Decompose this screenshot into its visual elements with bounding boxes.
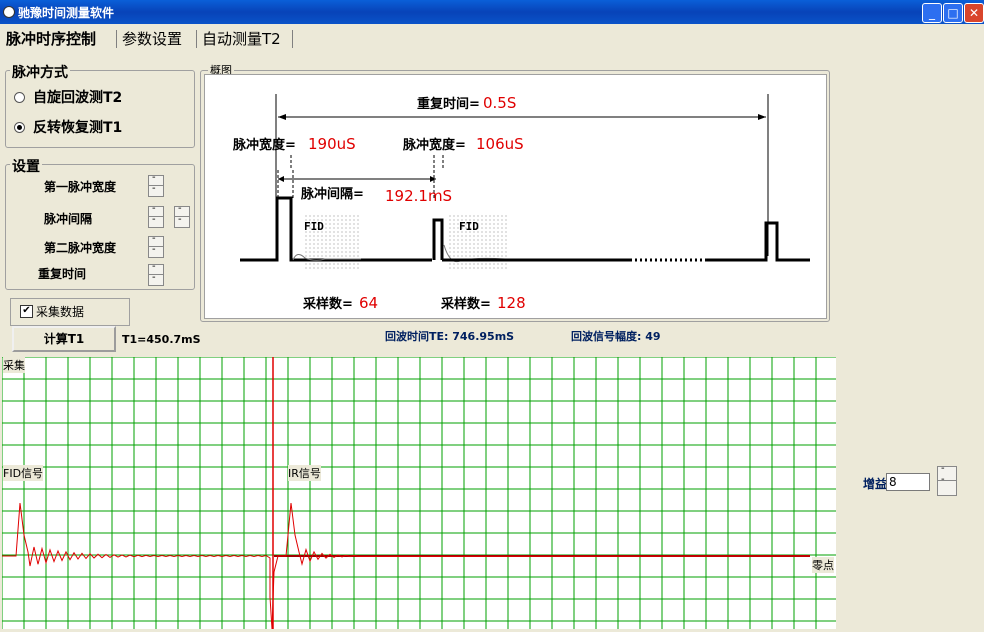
gain-spinner[interactable] <box>937 463 957 496</box>
samples1-value: 64 <box>359 294 378 312</box>
window-title: 驰豫时间测量软件 <box>18 6 115 20</box>
radio-inversion-recovery-t1[interactable]: 反转恢复测T1 <box>14 117 122 137</box>
repeat-time-spinner[interactable] <box>148 261 164 286</box>
ir-signal-label: IR信号 <box>288 465 321 481</box>
gain-label: 增益 <box>863 477 888 491</box>
fid1-label: FID <box>304 220 324 233</box>
tab-auto-measure[interactable]: 自动测量T2 <box>198 28 285 50</box>
scope-background <box>2 357 836 629</box>
pulse-diagram: 重复时间= 0.5S 脉冲宽度= 190uS 脉冲宽度= 106uS 脉冲间隔=… <box>204 74 827 319</box>
second-pulse-width-spinner[interactable] <box>148 233 164 258</box>
pulse2-waveform <box>432 218 444 260</box>
collect-data-label: 采集数据 <box>36 305 85 319</box>
pulse-interval-spinner[interactable] <box>148 203 164 228</box>
samples2-label: 采样数= <box>440 296 491 312</box>
second-pulse-width-label: 第二脉冲宽度 <box>44 241 117 255</box>
pulse-interval-label: 脉冲间隔 <box>44 212 93 226</box>
settings-title: 设置 <box>10 156 42 176</box>
pulse-interval-fine-spinner[interactable] <box>174 203 190 228</box>
radio-spin-echo-t2[interactable]: 自旋回波测T2 <box>14 87 122 107</box>
pulse1-width-value: 190uS <box>308 135 356 153</box>
arrowhead-right <box>758 114 766 120</box>
echo-time: 回波时间TE: 746.95mS <box>385 330 515 343</box>
zero-point-label: 零点 <box>812 557 834 573</box>
echo-amplitude: 回波信号幅度: 49 <box>571 330 661 343</box>
fid2-label: FID <box>459 220 479 233</box>
radio-label: 自旋回波测T2 <box>33 90 123 106</box>
radio-label: 反转恢复测T1 <box>33 120 123 136</box>
first-pulse-width-label: 第一脉冲宽度 <box>44 180 117 194</box>
interval-value: 192.1mS <box>385 187 452 205</box>
tab-pulse-timing[interactable]: 脉冲时序控制 <box>2 28 100 50</box>
tab-parameters[interactable]: 参数设置 <box>118 28 186 50</box>
samples1-label: 采样数= <box>302 296 353 312</box>
first-pulse-width-spinner[interactable] <box>148 172 164 197</box>
maximize-button[interactable]: □ <box>943 3 963 23</box>
tab-separator <box>292 30 293 48</box>
pulse3-waveform <box>705 221 810 262</box>
calculate-t1-button[interactable]: 计算T1 <box>12 326 116 352</box>
pulse-mode-title: 脉冲方式 <box>10 62 70 82</box>
samples2-value: 128 <box>497 294 526 312</box>
interval-label: 脉冲间隔= <box>300 186 364 202</box>
app-icon <box>3 6 15 18</box>
repeat-time-value: 0.5S <box>483 94 516 112</box>
signal-scope <box>1 356 836 630</box>
repeat-time-label: 重复时间= <box>417 96 480 112</box>
pulse2-width-label: 脉冲宽度= <box>402 137 466 153</box>
tab-bar: 脉冲时序控制 参数设置 自动测量T2 <box>0 24 984 56</box>
arrowhead-left <box>278 114 286 120</box>
radio-dot <box>14 91 25 103</box>
collect-data-checkbox[interactable]: ✔ <box>20 305 33 318</box>
gain-input[interactable] <box>886 473 930 491</box>
tab-separator <box>196 30 197 48</box>
scope-svg <box>1 356 836 630</box>
pulse-diagram-svg: 重复时间= 0.5S 脉冲宽度= 190uS 脉冲宽度= 106uS 脉冲间隔=… <box>232 94 810 312</box>
pulse1-width-label: 脉冲宽度= <box>232 137 296 153</box>
close-button[interactable]: ✕ <box>964 3 984 23</box>
repeat-time-label: 重复时间 <box>38 267 87 281</box>
t1-result: T1=450.7mS <box>122 333 201 346</box>
title-bar: 驰豫时间测量软件 _ □ ✕ <box>0 0 984 24</box>
scope-collect-label: 采集 <box>3 357 25 373</box>
minimize-button[interactable]: _ <box>922 3 942 23</box>
fid-signal-label: FID信号 <box>3 465 44 481</box>
radio-dot <box>14 121 25 133</box>
tab-separator <box>116 30 117 48</box>
pulse2-width-value: 106uS <box>476 135 524 153</box>
